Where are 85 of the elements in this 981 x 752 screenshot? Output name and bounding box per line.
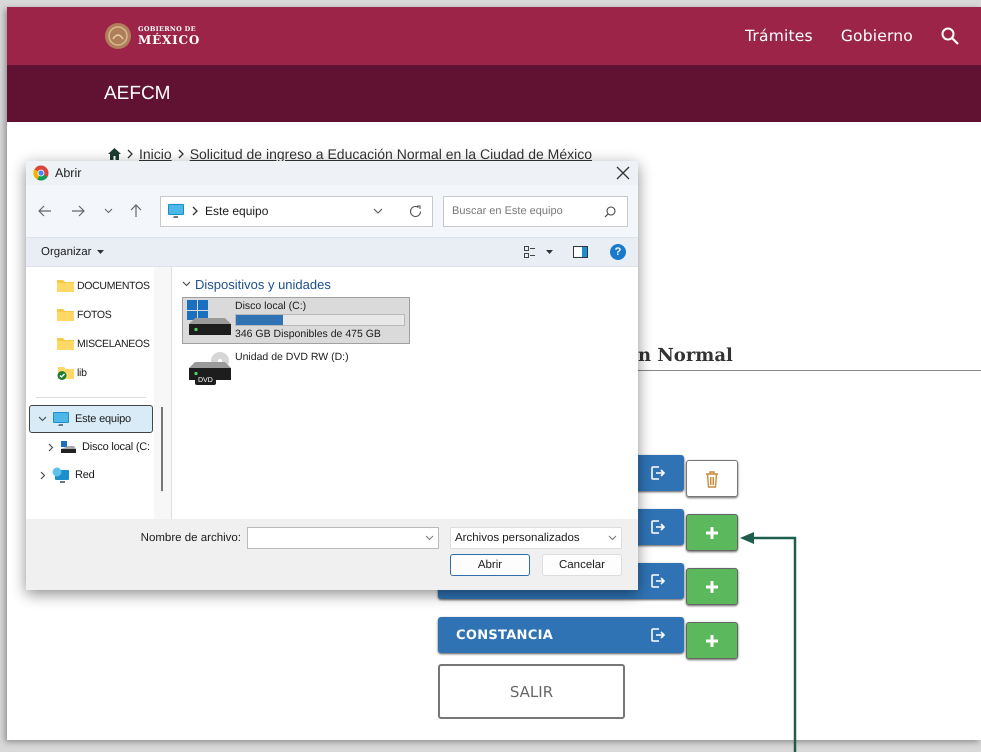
cancel-button[interactable]: Cancelar [542, 554, 622, 576]
nav-item[interactable]: MISCELANEOS [26, 329, 154, 358]
synced-folder-icon [57, 366, 74, 380]
folder-icon [57, 279, 74, 292]
dvd-drive-drawing [187, 351, 231, 381]
forward-icon[interactable] [71, 205, 85, 217]
help-button[interactable]: ? [610, 244, 626, 260]
add-button[interactable] [686, 514, 738, 551]
emblem-icon [103, 21, 133, 51]
monitor-icon [52, 411, 70, 427]
chevron-down-icon [608, 535, 617, 541]
chevron-icon [176, 149, 185, 159]
chevron-down-icon [38, 416, 47, 422]
chevron-icon [126, 149, 134, 159]
nav-label: FOTOS [77, 308, 112, 320]
plus-icon [705, 580, 719, 594]
filename-field[interactable] [247, 527, 439, 549]
exit-icon [650, 465, 666, 481]
organize-menu[interactable]: Organizar [41, 246, 104, 258]
nav-item[interactable]: DOCUMENTOS [26, 271, 154, 300]
exit-button[interactable]: SALIR [438, 664, 625, 719]
folder-icon [57, 337, 74, 350]
add-button[interactable] [686, 622, 738, 659]
breadcrumb-link[interactable]: Solicitud de ingreso a Educación Normal en la Ciudad de México [190, 146, 592, 162]
nav-link[interactable]: Trámites [745, 27, 813, 45]
breadcrumb-link[interactable]: Inicio [139, 146, 172, 162]
chevron-down-icon[interactable] [104, 208, 113, 214]
back-icon[interactable] [38, 205, 52, 217]
exit-icon [650, 573, 666, 589]
search-icon[interactable] [941, 27, 959, 45]
document-button[interactable]: CONSTANCIA [438, 617, 684, 653]
group-header[interactable]: Dispositivos y unidades [182, 275, 638, 293]
scrollbar-thumb[interactable] [161, 407, 163, 491]
nav-label: lib [77, 366, 87, 378]
app-icon [33, 165, 49, 181]
nav-link[interactable]: Gobierno [840, 27, 913, 45]
drive-name: Unidad de DVD RW (D:) [235, 351, 350, 363]
chevron-down-icon [182, 281, 191, 287]
add-button[interactable] [686, 568, 738, 605]
search-field[interactable]: Buscar en Este equipo [443, 196, 628, 226]
network-icon [52, 467, 70, 483]
up-icon[interactable] [130, 204, 142, 218]
section-heading: n Normal [638, 345, 981, 371]
nav-item[interactable]: FOTOS [26, 300, 154, 329]
dialog-title: Abrir [55, 166, 82, 180]
chevron-down-icon [425, 535, 434, 541]
exit-icon [650, 627, 666, 643]
chevron-right-icon [46, 442, 55, 452]
chevron-down-icon[interactable] [373, 208, 383, 214]
tree-item[interactable]: Red [29, 461, 153, 489]
view-icon[interactable] [524, 246, 536, 258]
filename-label: Nombre de archivo: [140, 532, 241, 544]
exit-icon [650, 519, 666, 535]
close-icon[interactable] [616, 166, 630, 180]
chevron-right-icon [38, 470, 47, 480]
document-label: CONSTANCIA [456, 628, 554, 642]
delete-button[interactable] [686, 460, 738, 497]
plus-icon [705, 526, 719, 540]
tree-item[interactable]: Disco local (C: [29, 433, 153, 461]
site-title: AEFCM [104, 82, 170, 104]
chevron-icon [191, 206, 199, 216]
nav-item[interactable]: lib [26, 358, 154, 387]
drive-icon [60, 440, 77, 454]
nav-label: MISCELANEOS [77, 338, 150, 350]
open-button[interactable]: Abrir [450, 554, 530, 576]
tree-item[interactable]: Este equipo [29, 405, 153, 433]
caret-icon [96, 250, 104, 254]
preview-pane-icon[interactable] [573, 246, 588, 258]
refresh-icon[interactable] [409, 204, 422, 218]
drive-name: Disco local (C:) [235, 300, 308, 312]
hard-drive-icon [187, 300, 231, 336]
address-bar[interactable]: Este equipo [160, 196, 433, 226]
drive-tile[interactable]: Disco local (C:) 346 GB Disponibles de 475 GB [182, 297, 410, 344]
monitor-icon [167, 203, 185, 219]
search-icon [604, 206, 616, 218]
trash-icon [705, 470, 719, 488]
drive-space: 346 GB Disponibles de 475 GB [235, 328, 382, 340]
folder-icon [57, 308, 74, 321]
home-icon[interactable] [108, 148, 121, 160]
file-type-dropdown[interactable]: Archivos personalizados [450, 527, 622, 549]
logo-title: MÉXICO [138, 34, 200, 46]
caret-icon[interactable] [546, 250, 553, 254]
address-text: Este equipo [205, 204, 268, 218]
nav-label: DOCUMENTOS [77, 280, 150, 292]
plus-icon [705, 634, 719, 648]
